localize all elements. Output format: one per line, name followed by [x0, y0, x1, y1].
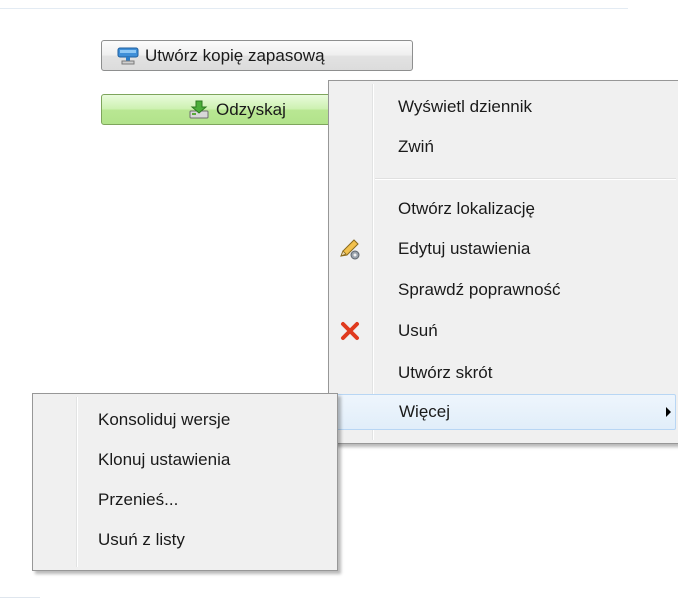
menu-item-open-location[interactable]: Otwórz lokalizację: [332, 191, 676, 227]
menu-item-label: Sprawdź poprawność: [398, 280, 561, 299]
submenu-arrow-icon: [666, 407, 671, 417]
restore-button[interactable]: Odzyskaj: [101, 94, 341, 125]
backup-icon: [117, 47, 139, 64]
restore-icon: [189, 100, 209, 118]
menu-item-label: Zwiń: [398, 137, 434, 156]
submenu-item-clone-settings[interactable]: Klonuj ustawienia: [36, 442, 334, 478]
menu-item-label: Więcej: [399, 402, 451, 421]
top-divider: [0, 8, 628, 9]
menu-item-collapse[interactable]: Zwiń: [332, 129, 676, 165]
menu-item-more[interactable]: Więcej: [332, 394, 676, 430]
menu-item-create-shortcut[interactable]: Utwórz skrót: [332, 355, 676, 391]
restore-button-label: Odzyskaj: [216, 99, 286, 119]
submenu-item-label: Przenieś...: [98, 490, 179, 509]
menu-item-label: Wyświetl dziennik: [398, 97, 532, 116]
menu-separator: [375, 178, 676, 180]
backup-button[interactable]: Utwórz kopię zapasową: [101, 40, 413, 71]
menu-item-delete[interactable]: Usuń: [332, 313, 676, 349]
menu-item-label: Utwórz skrót: [398, 363, 493, 382]
submenu-item-label: Klonuj ustawienia: [98, 450, 231, 469]
pencil-gear-icon: [340, 239, 360, 260]
menu-item-view-log[interactable]: Wyświetl dziennik: [332, 89, 676, 125]
red-x-icon: [341, 322, 359, 340]
submenu-item-remove-from-list[interactable]: Usuń z listy: [36, 522, 334, 558]
menu-item-edit-settings[interactable]: Edytuj ustawienia: [332, 231, 676, 267]
submenu-item-move[interactable]: Przenieś...: [36, 482, 334, 518]
submenu-item-label: Konsoliduj wersje: [98, 410, 231, 429]
context-menu: Wyświetl dziennik Zwiń Otwórz lokalizacj…: [328, 80, 678, 444]
backup-button-label: Utwórz kopię zapasową: [145, 45, 325, 65]
menu-item-label: Usuń: [398, 321, 438, 340]
submenu: Konsoliduj wersje Klonuj ustawienia Prze…: [32, 393, 338, 571]
menu-item-verify[interactable]: Sprawdź poprawność: [332, 272, 676, 308]
submenu-item-label: Usuń z listy: [98, 530, 185, 549]
submenu-item-consolidate[interactable]: Konsoliduj wersje: [36, 402, 334, 438]
menu-item-label: Otwórz lokalizację: [398, 199, 535, 218]
menu-item-label: Edytuj ustawienia: [398, 239, 531, 258]
